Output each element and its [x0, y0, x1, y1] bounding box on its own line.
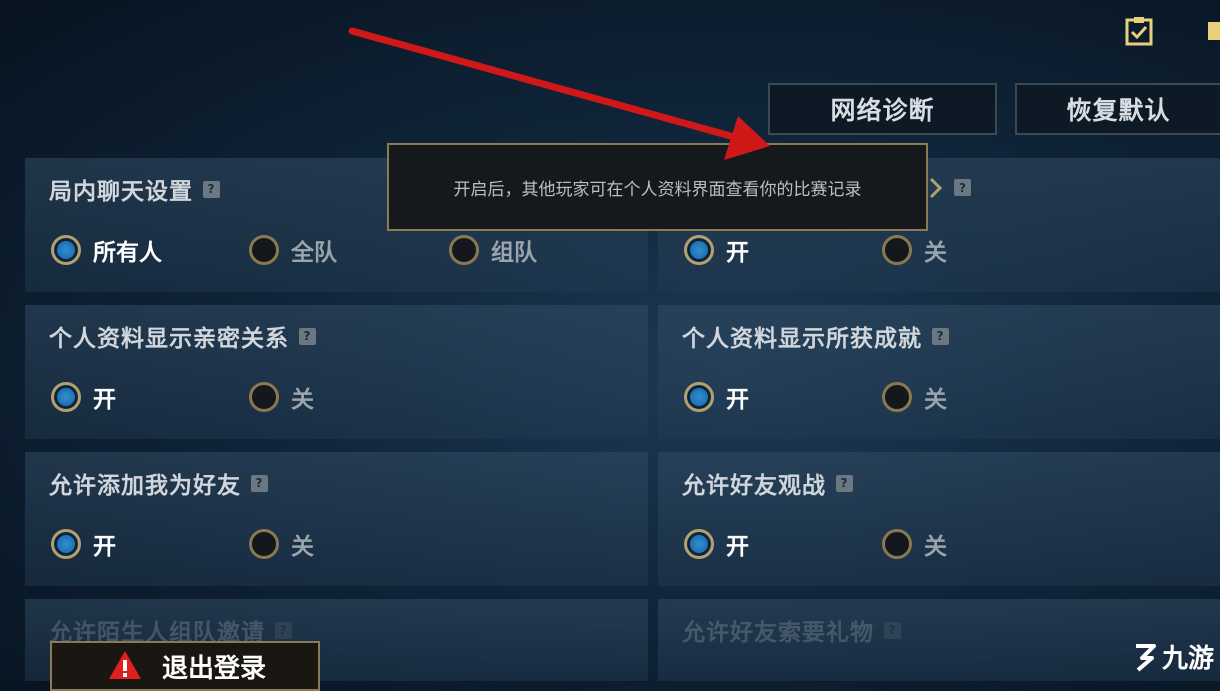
- radio-label: 关: [924, 534, 947, 560]
- spectate-panel: 允许好友观战 ? 开 关: [658, 452, 1220, 586]
- restore-defaults-button[interactable]: 恢复默认: [1015, 83, 1220, 135]
- intimacy-panel: 个人资料显示亲密关系 ? 开 关: [25, 305, 648, 439]
- radio-label: 关: [291, 387, 314, 413]
- help-icon[interactable]: ?: [884, 621, 901, 639]
- restore-defaults-label: 恢复默认: [1066, 96, 1171, 125]
- chevron-right-icon: [929, 177, 943, 199]
- achievements-title: 个人资料显示所获成就 ?: [682, 319, 949, 353]
- radio-spectate-on[interactable]: 开: [684, 527, 749, 561]
- clipboard-check-icon[interactable]: [1124, 16, 1154, 46]
- watermark-logo-icon: [1135, 643, 1156, 672]
- chat-icon[interactable]: [1205, 16, 1220, 46]
- radio-label: 全队: [291, 240, 337, 266]
- network-diagnostics-label: 网络诊断: [830, 96, 935, 125]
- radio-label: 开: [726, 534, 749, 560]
- achievements-title-text: 个人资料显示所获成就: [682, 326, 922, 352]
- radio-label: 关: [924, 387, 947, 413]
- radio-label: 所有人: [93, 240, 162, 266]
- radio-selected-icon: [684, 235, 714, 265]
- chat-settings-title-text: 局内聊天设置: [49, 179, 193, 205]
- radio-match-history-on[interactable]: 开: [684, 233, 749, 267]
- radio-selected-icon: [684, 529, 714, 559]
- radio-add-friend-on[interactable]: 开: [51, 527, 116, 561]
- radio-unselected-icon: [249, 235, 279, 265]
- radio-unselected-icon: [882, 235, 912, 265]
- radio-label: 关: [924, 240, 947, 266]
- add-friend-title-text: 允许添加我为好友: [49, 473, 241, 499]
- chat-settings-title: 局内聊天设置 ?: [49, 172, 220, 206]
- radio-label: 开: [93, 534, 116, 560]
- help-icon[interactable]: ?: [275, 621, 292, 639]
- gift-request-title: 允许好友索要礼物 ?: [682, 613, 901, 647]
- radio-spectate-off[interactable]: 关: [882, 527, 947, 561]
- add-friend-panel: 允许添加我为好友 ? 开 关: [25, 452, 648, 586]
- network-diagnostics-button[interactable]: 网络诊断: [768, 83, 997, 135]
- radio-add-friend-off[interactable]: 关: [249, 527, 314, 561]
- radio-intimacy-on[interactable]: 开: [51, 380, 116, 414]
- radio-label: 开: [726, 387, 749, 413]
- watermark-text: 九游: [1161, 644, 1214, 674]
- radio-selected-icon: [51, 382, 81, 412]
- radio-chat-team[interactable]: 全队: [249, 233, 337, 267]
- radio-unselected-icon: [249, 382, 279, 412]
- radio-label: 开: [726, 240, 749, 266]
- radio-selected-icon: [684, 382, 714, 412]
- spectate-title-text: 允许好友观战: [682, 473, 826, 499]
- logout-button[interactable]: 退出登录: [50, 641, 320, 691]
- gift-request-title-text: 允许好友索要礼物: [682, 620, 874, 646]
- match-history-tooltip: 开启后，其他玩家可在个人资料界面查看你的比赛记录: [387, 143, 928, 231]
- radio-match-history-off[interactable]: 关: [882, 233, 947, 267]
- radio-selected-icon: [51, 529, 81, 559]
- watermark: 九游: [1130, 638, 1214, 675]
- radio-label: 组队: [491, 240, 537, 266]
- spectate-title: 允许好友观战 ?: [682, 466, 853, 500]
- radio-chat-everyone[interactable]: 所有人: [51, 233, 162, 267]
- radio-label: 开: [93, 387, 116, 413]
- radio-achievements-on[interactable]: 开: [684, 380, 749, 414]
- add-friend-title: 允许添加我为好友 ?: [49, 466, 268, 500]
- radio-intimacy-off[interactable]: 关: [249, 380, 314, 414]
- logout-label: 退出登录: [162, 653, 267, 684]
- help-icon[interactable]: ?: [836, 474, 853, 492]
- radio-unselected-icon: [882, 529, 912, 559]
- radio-achievements-off[interactable]: 关: [882, 380, 947, 414]
- help-icon[interactable]: ?: [932, 327, 949, 345]
- help-icon[interactable]: ?: [299, 327, 316, 345]
- intimacy-title: 个人资料显示亲密关系 ?: [49, 319, 316, 353]
- radio-chat-party[interactable]: 组队: [449, 233, 537, 267]
- radio-selected-icon: [51, 235, 81, 265]
- help-icon[interactable]: ?: [251, 474, 268, 492]
- achievements-panel: 个人资料显示所获成就 ? 开 关: [658, 305, 1220, 439]
- help-icon[interactable]: ?: [954, 179, 971, 196]
- intimacy-title-text: 个人资料显示亲密关系: [49, 326, 289, 352]
- radio-unselected-icon: [449, 235, 479, 265]
- help-icon[interactable]: ?: [203, 180, 220, 198]
- radio-label: 关: [291, 534, 314, 560]
- radio-unselected-icon: [249, 529, 279, 559]
- warning-icon: [109, 651, 141, 679]
- tooltip-text: 开启后，其他玩家可在个人资料界面查看你的比赛记录: [453, 179, 862, 200]
- radio-unselected-icon: [882, 382, 912, 412]
